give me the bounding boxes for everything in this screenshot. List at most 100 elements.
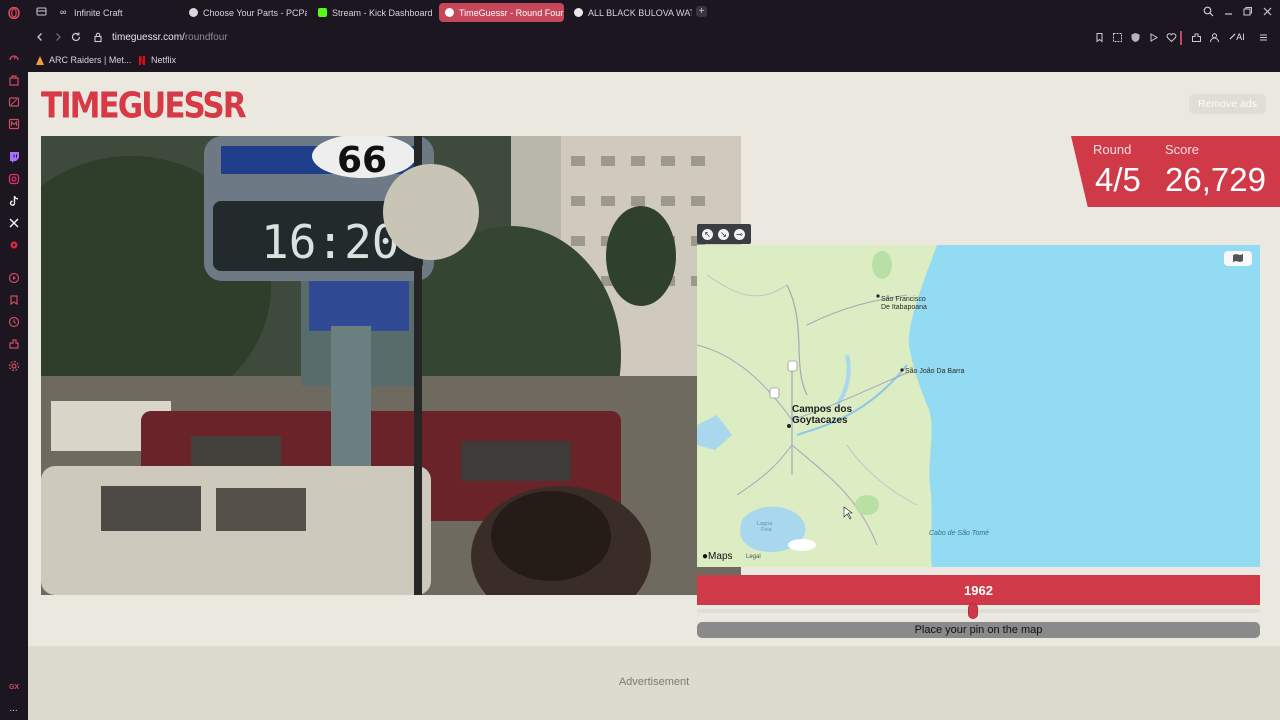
- lock-icon[interactable]: [92, 31, 104, 43]
- tab-label: TimeGuessr - Round Four: [459, 7, 564, 18]
- advertisement-area: Advertisement: [28, 646, 1280, 720]
- bookmark-arc-raiders[interactable]: ARC Raiders | Met...: [36, 55, 131, 65]
- tab-bulova-watch[interactable]: ALL BLACK BULOVA WATC: [568, 3, 692, 22]
- timeguessr-favicon-icon: [445, 8, 454, 17]
- tab-label: Choose Your Parts - PCPa: [203, 7, 307, 18]
- netflix-icon: [139, 55, 145, 65]
- address-bar: timeguessr.com/roundfour AI: [28, 25, 1280, 50]
- map-label-de-itabapoana: De Itabapoana: [881, 304, 927, 311]
- heart-icon[interactable]: [1166, 32, 1177, 43]
- expand-map-icon[interactable]: ↘: [718, 229, 729, 240]
- tab-label: Stream - Kick Dashboard: [332, 7, 433, 18]
- street-scene-image: 66 16:20: [41, 136, 741, 595]
- year-display: 1962: [697, 575, 1260, 605]
- history-icon[interactable]: [7, 315, 20, 328]
- search-tabs-icon[interactable]: [1203, 6, 1214, 17]
- apple-maps-logo: ●Maps: [702, 551, 733, 562]
- tab-kick-dashboard[interactable]: Stream - Kick Dashboard: [312, 3, 436, 22]
- x-twitter-icon[interactable]: [7, 216, 20, 229]
- map-label-goytacazes: Goytacazes: [792, 415, 848, 426]
- map-label-feia: Feia: [761, 527, 772, 533]
- map-label-campos-dos: Campos dos: [792, 404, 853, 415]
- round-score-panel: Round 4/5 Score 26,729: [1071, 136, 1280, 207]
- place-pin-button[interactable]: Place your pin on the map: [697, 622, 1260, 638]
- aria-ai-button[interactable]: AI: [1227, 32, 1247, 43]
- opera-sidebar: GX ...: [0, 0, 28, 720]
- url-field[interactable]: timeguessr.com/roundfour: [112, 32, 228, 43]
- maps-legal-link[interactable]: Legal: [746, 554, 761, 560]
- tab-timeguessr[interactable]: TimeGuessr - Round Four: [439, 3, 564, 22]
- remove-ads-button[interactable]: Remove ads: [1189, 94, 1266, 114]
- pin-map-icon[interactable]: ⊸: [734, 229, 745, 240]
- score-value: 26,729: [1165, 161, 1266, 198]
- back-icon[interactable]: [34, 31, 46, 43]
- map-icon: [1233, 254, 1243, 262]
- pcpartpicker-icon: [189, 8, 198, 17]
- map-size-controls: ↖ ↘ ⊸: [697, 224, 751, 244]
- svg-text:66: 66: [337, 140, 387, 181]
- year-slider-track[interactable]: [697, 609, 1260, 613]
- toolbar-divider: [1180, 31, 1182, 45]
- google-icon: [574, 8, 583, 17]
- pinboard-icon[interactable]: [7, 293, 20, 306]
- sidebar-more-icon[interactable]: ...: [7, 702, 20, 715]
- vpn-shield-icon[interactable]: [1130, 32, 1141, 43]
- player-icon[interactable]: [7, 271, 20, 284]
- round-value: 4/5: [1095, 161, 1141, 198]
- restore-icon[interactable]: [1242, 6, 1253, 17]
- score-label: Score: [1165, 142, 1199, 157]
- settings-gear-icon[interactable]: [7, 359, 20, 372]
- forward-icon[interactable]: [52, 31, 64, 43]
- snapshot-icon[interactable]: [1112, 32, 1123, 43]
- year-slider-handle[interactable]: [967, 603, 978, 619]
- svg-text:16:20: 16:20: [261, 215, 399, 269]
- tab-pcpartpicker[interactable]: Choose Your Parts - PCPa: [183, 3, 307, 22]
- advertisement-label: Advertisement: [618, 676, 690, 688]
- extensions-icon[interactable]: [7, 337, 20, 350]
- round-label: Round: [1093, 142, 1132, 157]
- gx-control-label[interactable]: GX: [7, 681, 21, 694]
- map-tiles: [697, 245, 1260, 567]
- extensions-puzzle-icon[interactable]: [1191, 32, 1202, 43]
- url-host: timeguessr.com/: [112, 32, 185, 43]
- bookmark-label: Netflix: [151, 55, 177, 65]
- tab-label: ALL BLACK BULOVA WATC: [588, 7, 692, 18]
- play-icon[interactable]: [1148, 32, 1159, 43]
- tiktok-icon[interactable]: [7, 194, 20, 207]
- url-path: roundfour: [184, 32, 228, 43]
- news-icon[interactable]: [7, 95, 20, 108]
- bookmark-label: ARC Raiders | Met...: [49, 55, 132, 65]
- music-icon[interactable]: [7, 238, 20, 251]
- tab-strip: ∞ Infinite Craft Choose Your Parts - PCP…: [28, 0, 1280, 24]
- map-label-sao-francisco: São Francisco: [881, 296, 926, 303]
- timeguessr-logo[interactable]: TIMEGUESSR: [41, 82, 247, 130]
- instagram-icon[interactable]: [7, 172, 20, 185]
- browser-window: GX ... ∞ Infinite Craft Choose Your Part…: [0, 0, 1280, 720]
- infinity-icon: ∞: [60, 7, 67, 17]
- workspaces-icon[interactable]: [36, 6, 47, 17]
- easy-setup-menu-icon[interactable]: [1258, 32, 1269, 43]
- minimize-icon[interactable]: [1223, 6, 1234, 17]
- bookmark-icon[interactable]: [1094, 32, 1105, 43]
- kick-icon: [318, 8, 327, 17]
- round-photograph[interactable]: 66 16:20: [41, 136, 741, 595]
- store-icon[interactable]: [7, 73, 20, 86]
- timeguessr-page: TIMEGUESSR Remove ads 66 16:20 Round 4/5…: [28, 72, 1280, 720]
- reload-icon[interactable]: [70, 31, 82, 43]
- map-label-sao-joao-da-barra: São João Da Barra: [905, 368, 965, 375]
- opera-logo-icon[interactable]: [7, 6, 20, 19]
- close-window-icon[interactable]: [1262, 6, 1273, 17]
- new-tab-button[interactable]: +: [696, 6, 707, 17]
- twitch-icon[interactable]: [7, 150, 20, 163]
- gx-mods-icon[interactable]: [7, 117, 20, 130]
- profile-icon[interactable]: [1209, 32, 1220, 43]
- arc-raiders-icon: [36, 55, 44, 65]
- tab-infinite-craft[interactable]: ∞ Infinite Craft: [54, 3, 178, 22]
- map-label-cabo-de-sao-tome: Cabo de São Tomé: [929, 530, 990, 537]
- map-layers-button[interactable]: [1224, 251, 1252, 266]
- guess-map[interactable]: São Francisco De Itabapoana São João Da …: [697, 245, 1260, 567]
- shrink-map-icon[interactable]: ↖: [702, 229, 713, 240]
- speed-dial-icon[interactable]: [7, 51, 20, 64]
- bookmark-netflix[interactable]: Netflix: [138, 55, 176, 65]
- tab-label: Infinite Craft: [74, 7, 123, 18]
